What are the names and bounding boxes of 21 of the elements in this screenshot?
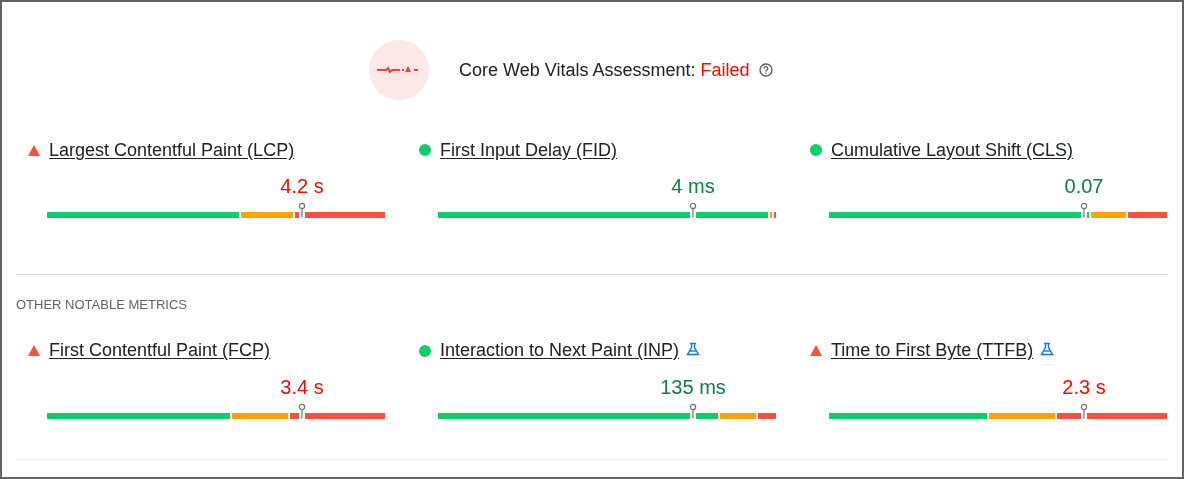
percentile-marker-icon bbox=[1080, 402, 1088, 419]
assessment-title: Core Web Vitals Assessment: Failed bbox=[459, 58, 750, 82]
metric-value: 135 ms bbox=[660, 374, 726, 399]
section-heading: OTHER NOTABLE METRICS bbox=[16, 296, 188, 314]
percentile-marker-icon bbox=[1080, 202, 1088, 218]
metric-value: 4.2 s bbox=[280, 174, 324, 198]
metric-link[interactable]: First Contentful Paint (FCP) bbox=[49, 337, 271, 364]
percentile-marker-icon bbox=[689, 202, 697, 218]
metric-value: 2.3 s bbox=[1062, 374, 1106, 399]
metric-value: 4 ms bbox=[671, 174, 715, 198]
metric-link[interactable]: Largest Contentful Paint (LCP) bbox=[49, 136, 295, 164]
metric-value: 0.07 bbox=[1064, 174, 1104, 198]
percentile-marker-icon bbox=[298, 402, 306, 419]
metric-link[interactable]: First Input Delay (FID) bbox=[440, 136, 618, 164]
metric-value: 3.4 s bbox=[280, 374, 324, 399]
metric-link[interactable]: Interaction to Next Paint (INP) bbox=[440, 337, 680, 364]
percentile-marker-icon bbox=[298, 202, 306, 218]
percentile-marker-icon bbox=[689, 402, 697, 419]
help-icon[interactable] bbox=[759, 63, 774, 77]
metric-link[interactable]: Cumulative Layout Shift (CLS) bbox=[831, 136, 1074, 164]
metric-link[interactable]: Time to First Byte (TTFB) bbox=[831, 337, 1034, 364]
